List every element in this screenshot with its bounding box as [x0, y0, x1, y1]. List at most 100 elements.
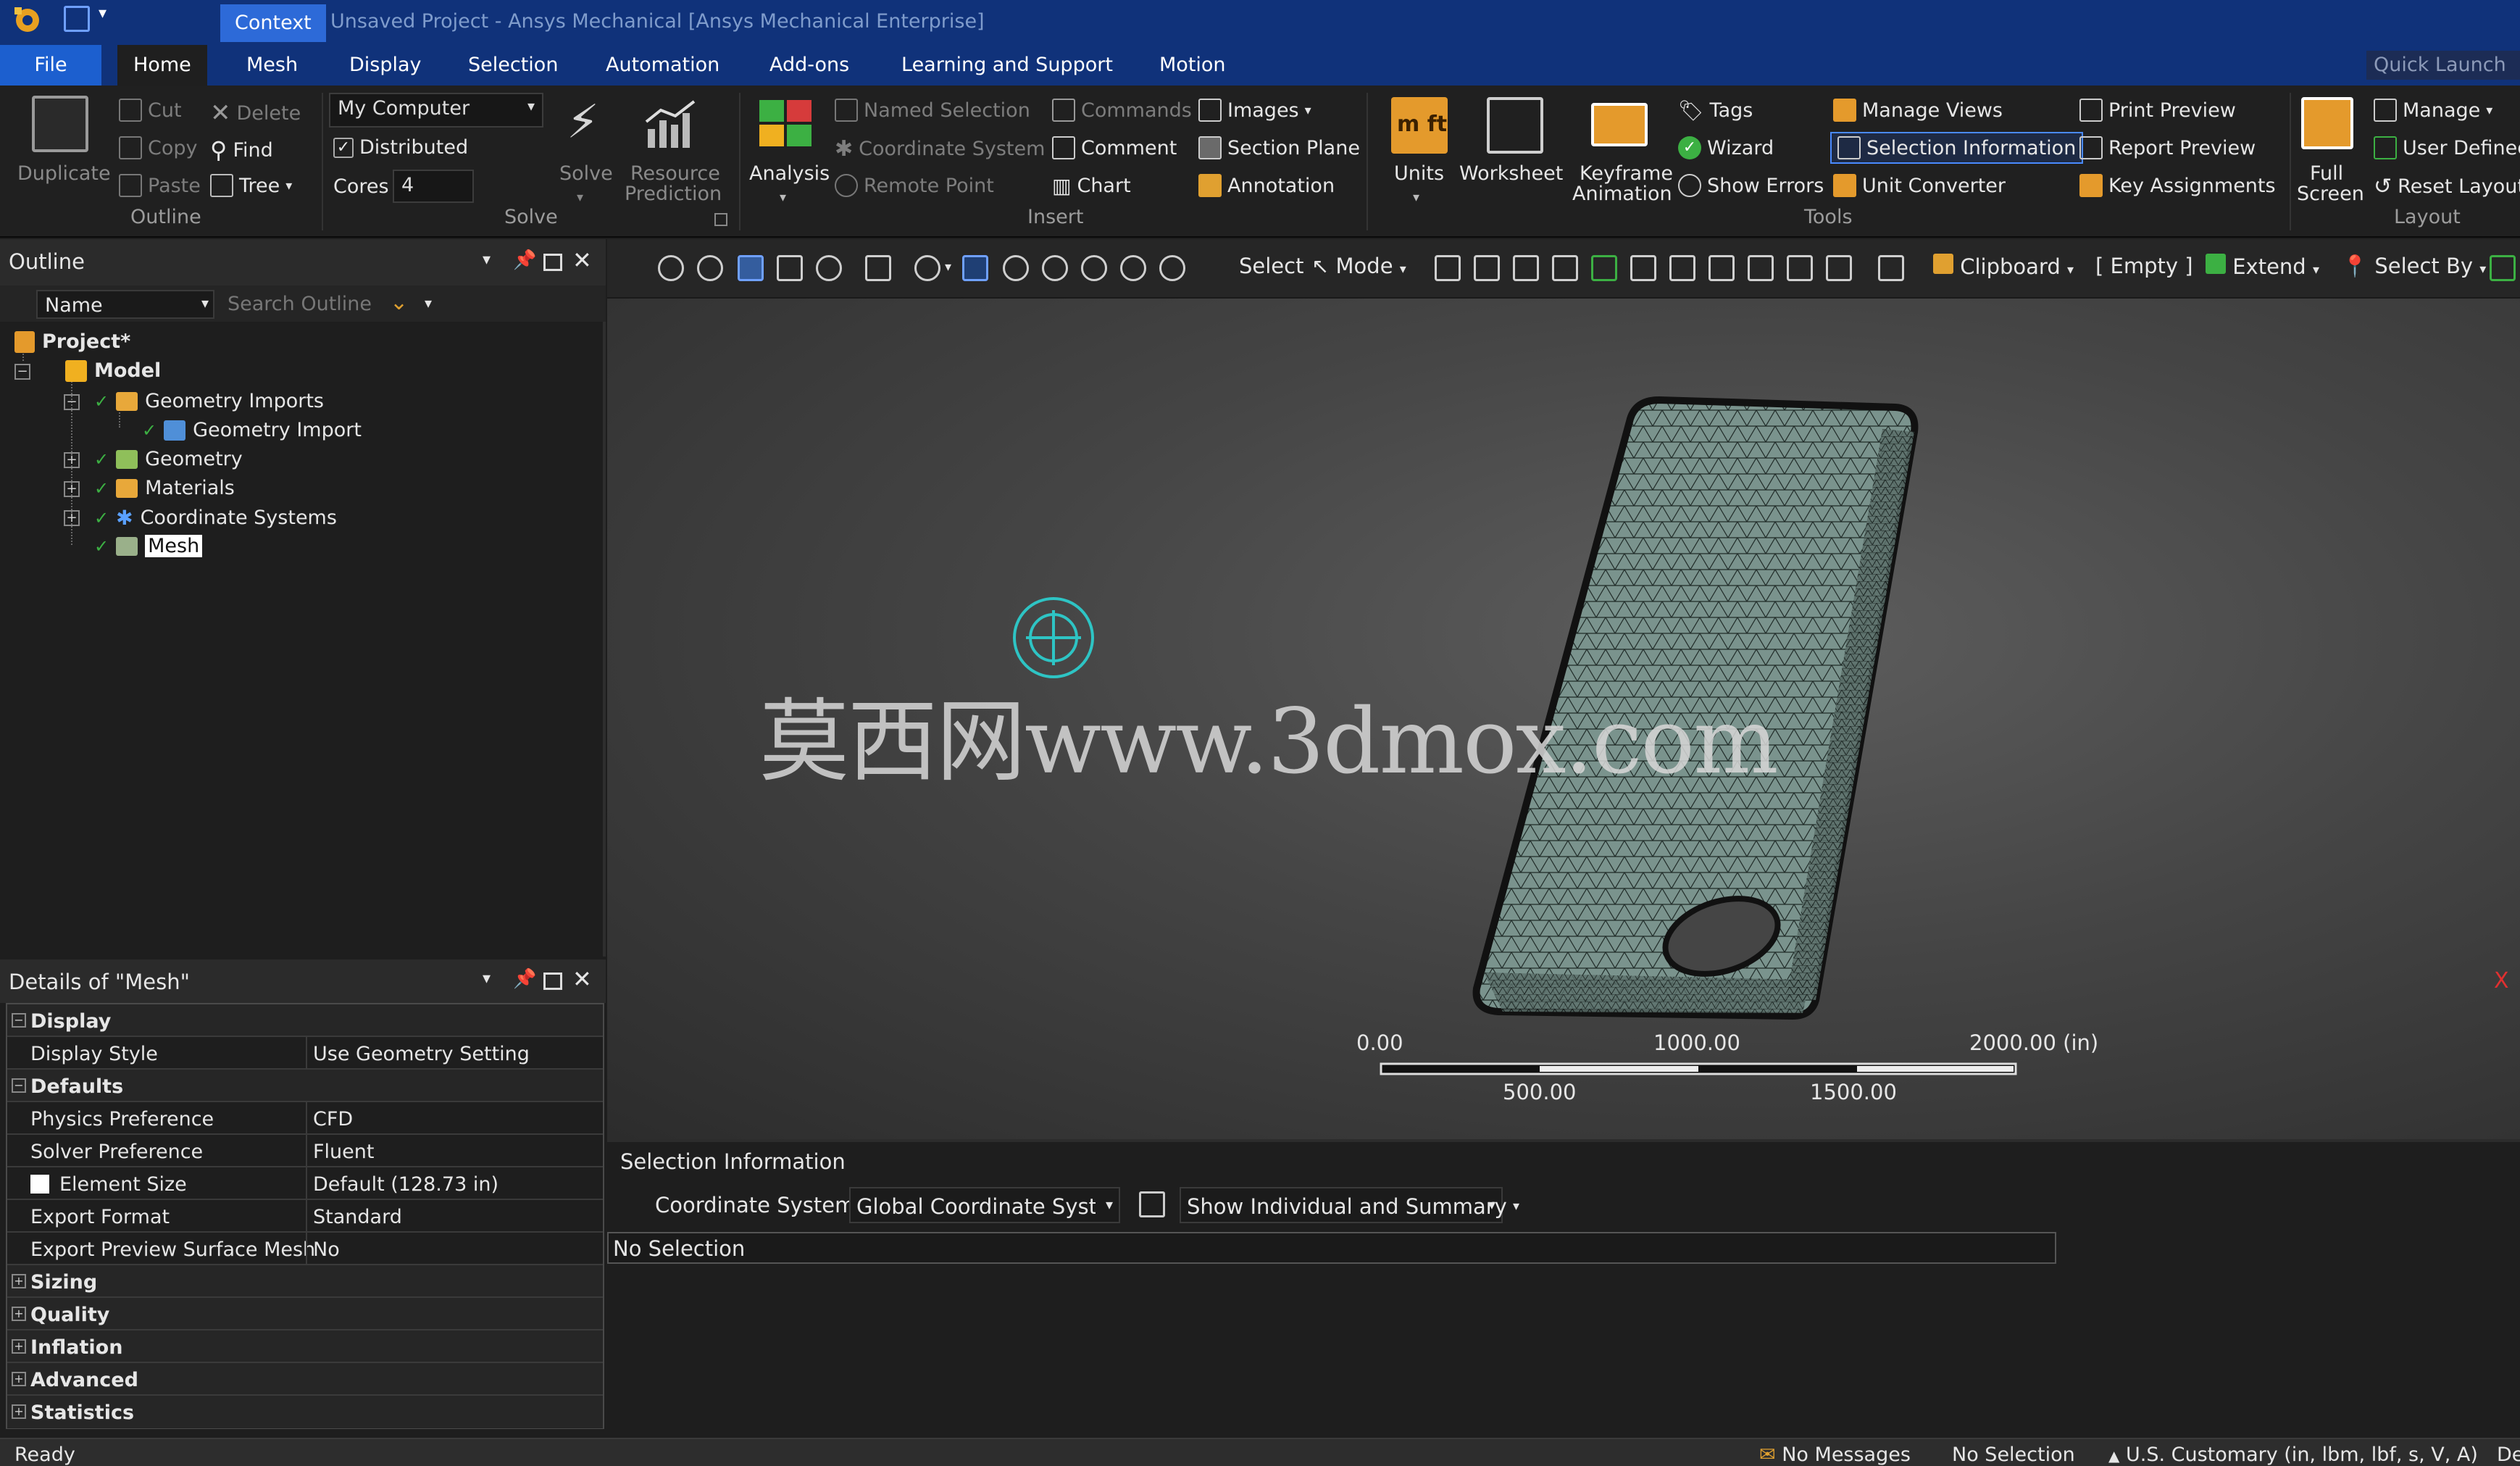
box-zoom-icon[interactable]: [1042, 255, 1068, 281]
print-preview-button[interactable]: Print Preview: [2079, 99, 2236, 122]
pin-icon[interactable]: 📌: [513, 249, 536, 271]
coordinate-system-button[interactable]: ✱ Coordinate System: [835, 136, 1045, 162]
maximize-icon[interactable]: [543, 973, 562, 990]
distributed-checkbox[interactable]: ✓ Distributed: [333, 136, 468, 159]
search-outline-input[interactable]: Search Outline: [220, 290, 380, 319]
tab-selection[interactable]: Selection: [452, 45, 574, 86]
details-property-value[interactable]: No: [313, 1238, 340, 1261]
details-property-row[interactable]: Display Style Use Geometry Setting: [7, 1037, 603, 1070]
section-plane-button[interactable]: Section Plane: [1198, 136, 1360, 159]
tree-item-model[interactable]: Model: [65, 359, 161, 382]
keyframe-animation-label-2[interactable]: Animation: [1572, 183, 1672, 205]
unit-converter-button[interactable]: Unit Converter: [1833, 174, 2006, 197]
tab-file[interactable]: File: [0, 45, 101, 86]
expand-icon[interactable]: +: [12, 1307, 26, 1321]
select-element-icon[interactable]: [1708, 255, 1735, 281]
manage-views-button[interactable]: Manage Views: [1833, 99, 2003, 122]
details-category-row[interactable]: + Inflation: [7, 1330, 603, 1363]
details-property-value[interactable]: Use Geometry Setting: [313, 1043, 530, 1065]
solid-view-icon[interactable]: [777, 255, 803, 281]
coordinate-system-select[interactable]: Global Coordinate System ▾: [849, 1187, 1120, 1223]
magnifier-icon[interactable]: [1120, 255, 1146, 281]
tags-button[interactable]: 🏷 Tags: [1678, 99, 1753, 122]
delete-button[interactable]: ✕ Delete: [210, 99, 301, 128]
worksheet-icon[interactable]: [1487, 97, 1543, 154]
solve-button[interactable]: Solve: [559, 162, 613, 185]
select-chart-icon[interactable]: [1878, 255, 1904, 281]
select-tag-icon[interactable]: [1826, 255, 1852, 281]
duplicate-icon[interactable]: [32, 96, 88, 152]
expand-icon[interactable]: +: [12, 1372, 26, 1386]
details-property-row[interactable]: Export Preview Surface Mesh No: [7, 1233, 603, 1265]
tab-display[interactable]: Display: [333, 45, 438, 86]
details-category-row[interactable]: + Quality: [7, 1298, 603, 1330]
expand-icon[interactable]: +: [12, 1274, 26, 1288]
resource-prediction-icon[interactable]: [643, 100, 697, 151]
collapse-icon[interactable]: −: [12, 1013, 26, 1028]
extend-button[interactable]: Extend ▾: [2206, 254, 2319, 279]
collapse-icon[interactable]: −: [12, 1078, 26, 1093]
dialog-launcher-icon[interactable]: [714, 213, 727, 226]
details-property-row[interactable]: Solver Preference Fluent: [7, 1135, 603, 1167]
worksheet-button[interactable]: Worksheet: [1459, 162, 1563, 185]
select-face-icon[interactable]: [1552, 255, 1578, 281]
keyframe-animation-label-1[interactable]: Keyframe: [1580, 162, 1673, 185]
images-button[interactable]: Images ▾: [1198, 99, 1311, 122]
tree-item-coordinate-systems[interactable]: ✓ ✱ Coordinate Systems: [94, 506, 337, 530]
tab-mesh[interactable]: Mesh: [230, 45, 314, 86]
full-screen-label-1[interactable]: Full: [2310, 162, 2343, 185]
details-property-value[interactable]: Standard: [313, 1206, 402, 1228]
collapse-icon[interactable]: −: [64, 394, 80, 410]
unit-system-button[interactable]: ▲ U.S. Customary (in, lbm, lbf, s, V, A): [2108, 1444, 2478, 1466]
resource-prediction-label-1[interactable]: Resource: [630, 162, 720, 185]
tree-item-geometry-import[interactable]: ✓ Geometry Import: [142, 419, 362, 441]
tab-motion[interactable]: Motion: [1143, 45, 1242, 86]
wizard-button[interactable]: ✓ Wizard: [1678, 136, 1774, 159]
analysis-button[interactable]: Analysis: [749, 162, 830, 185]
expand-icon[interactable]: +: [12, 1339, 26, 1354]
keyframe-animation-icon[interactable]: [1591, 103, 1648, 146]
report-preview-button[interactable]: Report Preview: [2079, 136, 2256, 159]
close-icon[interactable]: ✕: [572, 965, 592, 993]
cut-button[interactable]: Cut: [119, 99, 182, 122]
options-dropdown-icon[interactable]: ▾: [1513, 1199, 1519, 1214]
full-screen-icon[interactable]: [2301, 97, 2353, 149]
chevron-down-icon[interactable]: ▾: [945, 259, 951, 275]
zoom-icon[interactable]: [1003, 255, 1029, 281]
zoom-to-fit-icon[interactable]: [1081, 255, 1107, 281]
tree-button[interactable]: Tree ▾: [210, 174, 292, 197]
details-category-row[interactable]: + Statistics: [7, 1396, 603, 1428]
units-button[interactable]: Units: [1394, 162, 1444, 185]
details-category-row[interactable]: + Advanced: [7, 1363, 603, 1396]
details-property-row[interactable]: Element Size Default (128.73 in): [7, 1167, 603, 1200]
pin-icon[interactable]: 📌: [513, 968, 536, 990]
chart-button[interactable]: ▥ Chart: [1052, 174, 1131, 198]
selection-information-button[interactable]: Selection Information: [1830, 132, 2084, 164]
reset-layout-button[interactable]: ↺ Reset Layout: [2374, 174, 2520, 199]
view-cube-icon[interactable]: [865, 255, 891, 281]
comment-button[interactable]: Comment: [1052, 136, 1177, 159]
pane-menu-icon[interactable]: ▾: [483, 251, 491, 269]
zoom-out-icon[interactable]: [697, 255, 723, 281]
tree-item-project[interactable]: Project*: [14, 330, 130, 353]
tree-item-materials[interactable]: ✓ Materials: [94, 477, 235, 499]
duplicate-button[interactable]: Duplicate: [17, 162, 111, 185]
select-mesh-icon[interactable]: [1748, 255, 1774, 281]
close-icon[interactable]: ✕: [572, 246, 592, 274]
resource-prediction-label-2[interactable]: Prediction: [625, 183, 722, 205]
tab-home[interactable]: Home: [117, 45, 207, 86]
select-body-icon[interactable]: [1591, 255, 1617, 281]
parameter-checkbox[interactable]: [30, 1175, 49, 1194]
select-mode-button[interactable]: ↖ Mode ▾: [1311, 254, 1406, 278]
details-property-value[interactable]: Fluent: [313, 1141, 374, 1163]
select-edge-icon[interactable]: [1513, 255, 1539, 281]
save-icon[interactable]: [64, 6, 90, 32]
tab-learning-and-support[interactable]: Learning and Support: [885, 45, 1129, 86]
maximize-icon[interactable]: [543, 254, 562, 271]
lightning-icon[interactable]: ⚡: [567, 97, 599, 148]
user-defined-button[interactable]: User Defined: [2374, 136, 2520, 159]
expand-icon[interactable]: +: [64, 452, 80, 468]
details-category-row[interactable]: + Sizing: [7, 1265, 603, 1298]
expand-icon[interactable]: +: [64, 481, 80, 497]
expand-icon[interactable]: +: [64, 510, 80, 526]
